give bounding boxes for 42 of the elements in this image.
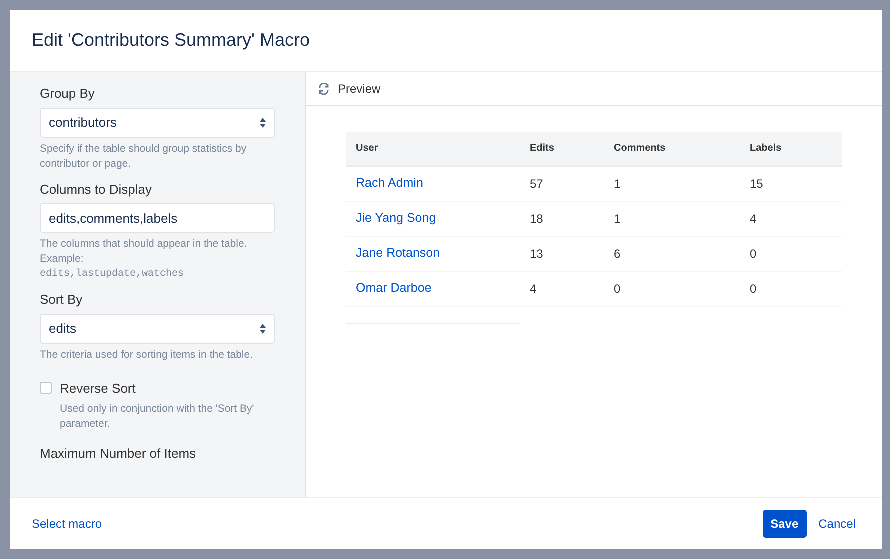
select-arrows-icon — [260, 118, 266, 128]
table-cell: 1 — [604, 201, 740, 236]
select-macro-link[interactable]: Select macro — [32, 514, 102, 532]
preview-title: Preview — [338, 80, 381, 98]
user-link[interactable]: Jie Yang Song — [356, 211, 436, 226]
text-field[interactable]: edits,comments,labels — [40, 203, 275, 233]
help-text: The criteria used for sorting items in the table. — [40, 348, 254, 362]
table-cell: 6 — [604, 236, 740, 271]
table-cell: 18 — [520, 201, 604, 236]
field-label: Group By — [40, 85, 96, 103]
dialog-title: Edit 'Contributors Summary' Macro — [32, 29, 310, 52]
table-cell: 4 — [520, 271, 604, 306]
field-label: Sort By — [40, 291, 84, 309]
select-field[interactable]: contributors — [40, 108, 275, 138]
user-link[interactable]: Rach Admin — [356, 176, 424, 190]
table-cell: 0 — [740, 236, 842, 271]
save-button[interactable]: Save — [762, 510, 807, 538]
help-text: The columns that should appear in the table. Example: — [40, 237, 248, 267]
table-cell: 13 — [520, 236, 604, 271]
table-cell: 57 — [520, 166, 604, 201]
column-header: Labels — [740, 132, 842, 166]
table-cell: 1 — [604, 166, 740, 201]
table-cell: 4 — [740, 201, 842, 236]
checkbox-label: Reverse Sort — [60, 380, 136, 398]
user-link[interactable]: Jane Rotanson — [356, 246, 440, 260]
help-text: Specify if the table should group statistics by contributor or page. — [40, 142, 248, 172]
column-header: User — [346, 132, 520, 166]
refresh-icon[interactable] — [318, 82, 330, 94]
select-field[interactable]: edits — [40, 314, 275, 344]
column-header: Edits — [520, 132, 604, 166]
user-link[interactable]: Omar Darboe — [356, 281, 432, 296]
checkbox[interactable] — [40, 382, 52, 394]
table-cell: 0 — [740, 271, 842, 306]
field-label: Maximum Number of Items — [40, 445, 198, 463]
field-label: Columns to Display — [40, 180, 153, 199]
table-cell: 15 — [740, 166, 842, 201]
column-header: Comments — [604, 132, 740, 166]
cancel-button[interactable]: Cancel — [814, 510, 860, 538]
code-example: edits,lastupdate,watches — [40, 268, 186, 282]
help-text: Used only in conjunction with the 'Sort By' parameter. — [59, 402, 256, 432]
table-cell: 0 — [604, 271, 740, 306]
select-arrows-icon — [260, 324, 266, 334]
